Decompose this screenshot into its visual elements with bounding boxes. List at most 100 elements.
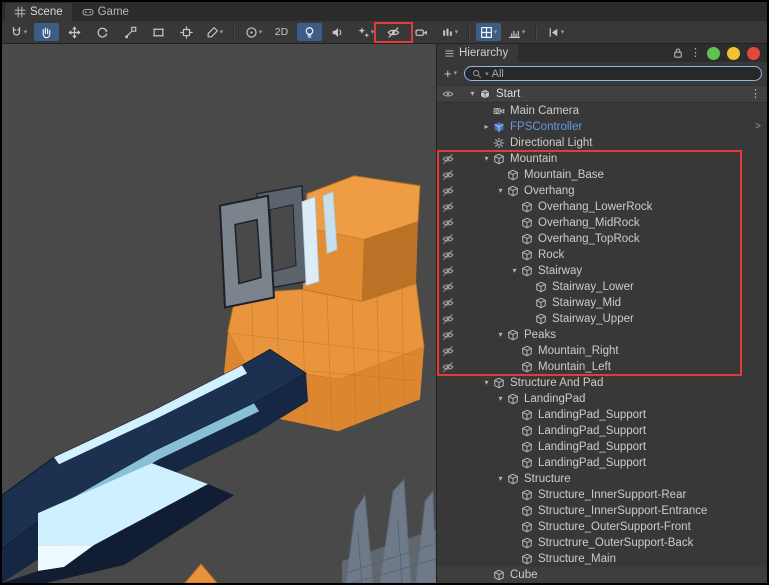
search-filter-caret-icon[interactable]: ▾ [485, 70, 489, 78]
hierarchy-row[interactable]: ▸ FPSController > [437, 119, 767, 135]
window-control-dot[interactable] [747, 46, 760, 60]
row-label: Mountain_Right [538, 345, 619, 357]
create-object-button[interactable]: + ▾ [444, 67, 457, 80]
scene-view[interactable] [2, 44, 436, 583]
hierarchy-row[interactable]: LandingPad_Support [437, 423, 767, 439]
row-label: LandingPad_Support [538, 441, 647, 453]
scene-row-start[interactable]: ▾ Start ⋮ [437, 85, 767, 103]
hierarchy-row[interactable]: Structure_Main [437, 551, 767, 567]
hierarchy-row[interactable]: Structure_InnerSupport-Rear [437, 487, 767, 503]
hierarchy-row[interactable]: LandingPad_Support [437, 407, 767, 423]
window-control-dot[interactable] [727, 46, 740, 60]
foldout-toggle[interactable]: ▸ [480, 123, 493, 131]
toolbar-step-control[interactable]: ▾ [543, 23, 568, 41]
toolbar-pivot-toggle[interactable]: ▾ [241, 23, 266, 41]
hidden-eye-icon[interactable] [437, 201, 466, 213]
scene-eye-icon[interactable] [437, 88, 466, 100]
hidden-eye-icon[interactable] [437, 297, 466, 309]
prefab-open-chevron-icon[interactable]: > [755, 122, 761, 132]
hierarchy-row[interactable]: Rock [437, 247, 767, 263]
transform-icon [180, 25, 193, 39]
hidden-eye-icon[interactable] [437, 249, 466, 261]
toolbar-rect-tool[interactable] [146, 23, 171, 41]
row-label: Overhang [524, 185, 575, 197]
hidden-eye-icon[interactable] [437, 169, 466, 181]
toolbar-scale-tool[interactable] [118, 23, 143, 41]
toolbar-lighting-toggle[interactable] [297, 23, 322, 41]
scene-menu-kebab-icon[interactable]: ⋮ [750, 88, 761, 100]
toolbar-component-filter[interactable]: ▾ [437, 23, 462, 41]
hierarchy-row[interactable]: ▾ LandingPad [437, 391, 767, 407]
editor-content: Hierarchy ⋮ + ▾ ▾ All ▾ Start ⋮ Main Cam… [2, 44, 767, 583]
hierarchy-row[interactable]: ▾ Overhang [437, 183, 767, 199]
hierarchy-row[interactable]: LandingPad_Support [437, 455, 767, 471]
row-label: Structure_Main [538, 553, 616, 565]
toolbar-scene-visibility[interactable] [381, 23, 406, 41]
cube-icon [493, 377, 507, 389]
tab-scene[interactable]: Scene [5, 3, 72, 21]
hierarchy-row[interactable]: Structure_InnerSupport-Entrance [437, 503, 767, 519]
hierarchy-row[interactable]: Overhang_LowerRock [437, 199, 767, 215]
hidden-eye-icon[interactable] [437, 233, 466, 245]
scene-foldout-toggle[interactable]: ▾ [466, 90, 479, 98]
hidden-eye-icon[interactable] [437, 281, 466, 293]
lock-icon[interactable] [672, 47, 684, 59]
hidden-eye-icon[interactable] [437, 313, 466, 325]
hidden-eye-icon[interactable] [437, 265, 466, 277]
panel-menu-kebab-icon[interactable]: ⋮ [690, 47, 701, 59]
toolbar-camera-toggle[interactable] [409, 23, 434, 41]
hierarchy-row[interactable]: LandingPad_Support [437, 439, 767, 455]
tab-game[interactable]: Game [72, 3, 138, 21]
hidden-eye-icon[interactable] [437, 361, 466, 373]
toolbar-tool-settings[interactable]: ▾ [6, 23, 31, 41]
hierarchy-row[interactable]: ▾ Structure [437, 471, 767, 487]
hidden-eye-icon[interactable] [437, 329, 466, 341]
window-control-dots [707, 46, 760, 60]
hierarchy-row[interactable]: Cube [437, 567, 767, 583]
hierarchy-row[interactable]: Mountain_Left [437, 359, 767, 375]
toolbar-audio-toggle[interactable] [325, 23, 350, 41]
foldout-toggle[interactable]: ▾ [494, 331, 507, 339]
toolbar-mode-2d[interactable]: 2D [269, 23, 294, 41]
toolbar-transform-tool[interactable] [174, 23, 199, 41]
hidden-eye-icon[interactable] [437, 153, 466, 165]
hierarchy-row[interactable]: Structrure_OuterSupport-Back [437, 535, 767, 551]
foldout-toggle[interactable]: ▾ [480, 379, 493, 387]
hierarchy-row[interactable]: Stairway_Upper [437, 311, 767, 327]
hierarchy-row[interactable]: Mountain_Right [437, 343, 767, 359]
hierarchy-row[interactable]: Directional Light [437, 135, 767, 151]
hierarchy-row[interactable]: ▾ Mountain [437, 151, 767, 167]
hidden-eye-icon[interactable] [437, 217, 466, 229]
hierarchy-row[interactable]: Stairway_Mid [437, 295, 767, 311]
row-label: Structrure_OuterSupport-Back [538, 537, 694, 549]
toolbar-view-tool[interactable] [34, 23, 59, 41]
row-label: LandingPad_Support [538, 457, 647, 469]
toolbar-snap-settings[interactable]: ▾ [504, 23, 529, 41]
foldout-toggle[interactable]: ▾ [508, 267, 521, 275]
tab-hierarchy[interactable]: Hierarchy [437, 44, 519, 62]
foldout-toggle[interactable]: ▾ [494, 187, 507, 195]
window-control-dot[interactable] [707, 46, 720, 60]
toolbar-custom-tool[interactable]: ▾ [202, 23, 227, 41]
hierarchy-row[interactable]: Overhang_TopRock [437, 231, 767, 247]
scene-toolbar: ▾ ▾ ▾ 2D ▾ ▾ ▾ ▾ ▾ [2, 21, 767, 44]
row-label: Peaks [524, 329, 556, 341]
hidden-eye-icon[interactable] [437, 185, 466, 197]
hierarchy-row[interactable]: Mountain_Base [437, 167, 767, 183]
toolbar-move-tool[interactable] [62, 23, 87, 41]
foldout-toggle[interactable]: ▾ [494, 475, 507, 483]
hierarchy-row[interactable]: ▾ Peaks [437, 327, 767, 343]
hierarchy-row[interactable]: ▾ Structure And Pad [437, 375, 767, 391]
toolbar-effects-toggle[interactable]: ▾ [353, 23, 378, 41]
foldout-toggle[interactable]: ▾ [480, 155, 493, 163]
hierarchy-row[interactable]: Stairway_Lower [437, 279, 767, 295]
hidden-eye-icon[interactable] [437, 345, 466, 357]
hierarchy-row[interactable]: Structure_OuterSupport-Front [437, 519, 767, 535]
foldout-toggle[interactable]: ▾ [494, 395, 507, 403]
hierarchy-search-input[interactable]: ▾ All [464, 66, 762, 81]
toolbar-grid-visibility[interactable]: ▾ [476, 23, 501, 41]
toolbar-rotate-tool[interactable] [90, 23, 115, 41]
hierarchy-row[interactable]: Overhang_MidRock [437, 215, 767, 231]
hierarchy-row[interactable]: Main Camera [437, 103, 767, 119]
hierarchy-row[interactable]: ▾ Stairway [437, 263, 767, 279]
